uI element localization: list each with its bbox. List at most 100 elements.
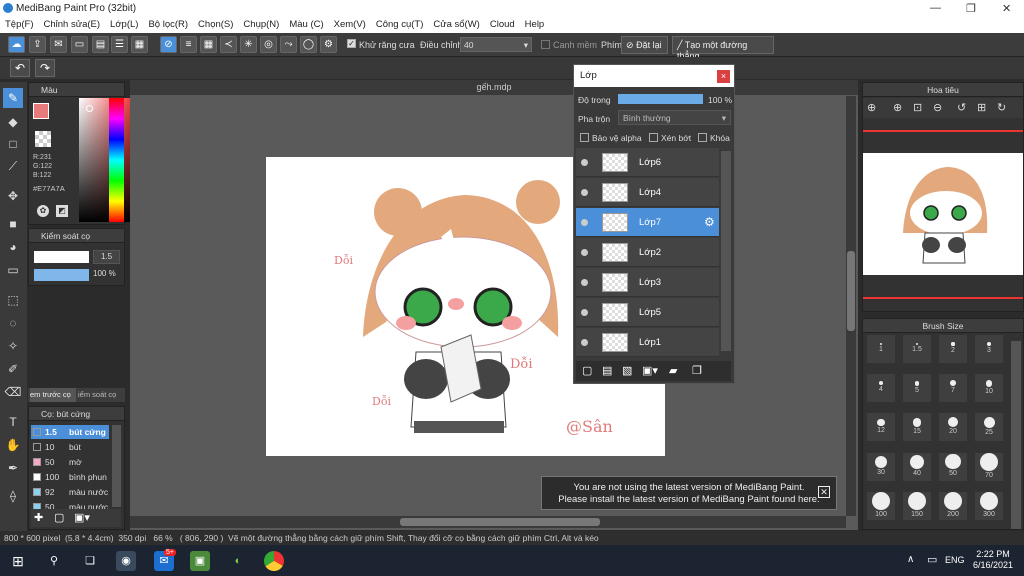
eyedropper-icon[interactable]: ⟠	[3, 486, 23, 506]
line-button[interactable]: ╱ Tạo một đường thẳng	[672, 36, 774, 61]
menu-color[interactable]: Màu (C)	[289, 17, 323, 33]
brush-size-cell[interactable]: 15	[903, 413, 931, 442]
horizontal-scrollbar[interactable]	[130, 516, 846, 528]
clock[interactable]: 2:22 PM 6/16/2021	[970, 549, 1016, 571]
reset-button[interactable]: ⊘ Đặt lại	[621, 36, 668, 54]
brush-size-cell[interactable]: 1.5	[903, 335, 931, 363]
brush-menu-icon[interactable]: ▣▾	[74, 511, 94, 525]
close-icon[interactable]: ✕	[1002, 2, 1011, 15]
picker-cursor[interactable]	[86, 105, 93, 112]
fill-rect-icon[interactable]: ■	[3, 214, 23, 234]
menu-tools[interactable]: Công cụ(T)	[376, 17, 424, 33]
menu-select[interactable]: Chọn(S)	[198, 17, 233, 33]
menu-help[interactable]: Help	[525, 17, 545, 33]
redo-icon[interactable]: ↷	[35, 59, 55, 77]
brush-size-cell[interactable]: 5	[903, 374, 931, 403]
brush-size-cell[interactable]: 50	[939, 452, 967, 481]
magic-wand-icon[interactable]: ✧	[3, 336, 23, 356]
comment-icon[interactable]: ✉	[50, 36, 67, 53]
layer-row[interactable]: Lớp5	[576, 298, 719, 327]
layer-row[interactable]: Lớp1	[576, 328, 719, 357]
palette-icon[interactable]: ✿	[37, 205, 49, 217]
medibang-taskbar-icon[interactable]: ◉	[116, 551, 136, 571]
protect-alpha-checkbox[interactable]	[580, 133, 589, 142]
brush-size-cell[interactable]: 30	[867, 452, 895, 481]
layer-panel-close-icon[interactable]: ×	[717, 70, 730, 83]
snap-curve-icon[interactable]: ⤳	[280, 36, 297, 53]
snap-grid-icon[interactable]: ▦	[200, 36, 217, 53]
folder-icon[interactable]: ▰	[669, 364, 677, 377]
document-tab[interactable]: gếh.mdp	[130, 80, 858, 95]
brush-list-item[interactable]: 92 màu nước	[31, 485, 109, 499]
layer-visibility-icon[interactable]	[581, 339, 588, 346]
brush-tool-icon[interactable]: ✎	[3, 88, 23, 108]
brush-size-cell[interactable]: 40	[903, 452, 931, 481]
brush-size-value[interactable]: 1.5	[93, 250, 120, 264]
brush-size-cell[interactable]: 200	[939, 491, 967, 520]
snap-parallel-icon[interactable]: ≡	[180, 36, 197, 53]
menu-snap[interactable]: Chụp(N)	[243, 17, 279, 33]
language-indicator[interactable]: ENG	[945, 555, 965, 565]
pen-tool-icon[interactable]: ✒	[3, 458, 23, 478]
snap-circle-icon[interactable]: ◎	[260, 36, 277, 53]
transparent-swatch[interactable]	[35, 131, 51, 147]
select-pen-icon[interactable]: ✐	[3, 359, 23, 379]
brush-size-cell[interactable]: 4	[867, 374, 895, 403]
clip-checkbox[interactable]	[649, 133, 658, 142]
brush-size-scrollbar[interactable]	[1011, 341, 1021, 529]
saturation-picker[interactable]	[79, 98, 134, 222]
grid-icon[interactable]: ▦	[131, 36, 148, 53]
brush-opacity-slider[interactable]	[34, 269, 89, 281]
zoom-in-icon[interactable]: ⊕	[867, 101, 876, 114]
tab-brush-control[interactable]: iểm soát cọ	[78, 388, 124, 402]
hand-tool-icon[interactable]: ✋	[3, 435, 23, 455]
chrome-taskbar-icon[interactable]	[264, 551, 284, 571]
game-taskbar-icon[interactable]: ▣	[190, 551, 210, 571]
layer-scrollbar[interactable]	[721, 151, 731, 351]
notification-close-icon[interactable]: ✕	[818, 486, 830, 498]
menu-edit[interactable]: Chỉnh sửa(E)	[44, 17, 101, 33]
share-icon[interactable]: ⇪	[29, 36, 46, 53]
layer-opacity-slider[interactable]	[618, 94, 703, 104]
snap-ellipse-icon[interactable]: ◯	[300, 36, 317, 53]
tab-brush-preview[interactable]: em trước cọ	[30, 388, 76, 402]
eraser-tool-icon[interactable]: ◆	[3, 112, 23, 132]
hue-slider[interactable]	[109, 98, 124, 222]
brush-size-cell[interactable]: 12	[867, 413, 895, 442]
layer-visibility-icon[interactable]	[581, 219, 588, 226]
adjust-dropdown[interactable]: 40 ▾	[460, 37, 532, 52]
navigator-preview[interactable]	[863, 153, 1023, 275]
lock-checkbox[interactable]	[698, 133, 707, 142]
vertical-scroll-thumb[interactable]	[847, 251, 855, 331]
brush-list-item[interactable]: 1.5 bút cứng	[31, 425, 109, 439]
brush-size-cell[interactable]: 7	[939, 374, 967, 403]
layer-visibility-icon[interactable]	[581, 189, 588, 196]
layer-settings-icon[interactable]: ⚙	[704, 215, 715, 229]
maximize-icon[interactable]: ❐	[966, 2, 976, 15]
brush-size-cell[interactable]: 100	[867, 491, 895, 520]
reset-view-icon[interactable]: ⊞	[977, 101, 986, 114]
vertical-scrollbar[interactable]	[846, 96, 856, 516]
menu-filter[interactable]: Bộ lọc(R)	[148, 17, 188, 33]
zoom-in-alt-icon[interactable]: ⊕	[893, 101, 902, 114]
layer-visibility-icon[interactable]	[581, 279, 588, 286]
color-settings-icon[interactable]: ◩	[56, 205, 68, 217]
chat-icon[interactable]: ▭	[71, 36, 88, 53]
minimize-icon[interactable]: —	[930, 2, 941, 14]
bucket-tool-icon[interactable]: ◕	[3, 237, 23, 257]
gradient-tool-icon[interactable]: ▭	[3, 260, 23, 280]
browser-taskbar-icon[interactable]: ◐	[228, 551, 248, 571]
blend-mode-dropdown[interactable]: Bình thường ▾	[618, 110, 731, 125]
brush-size-cell[interactable]: 2	[939, 335, 967, 363]
list-icon[interactable]: ☰	[111, 36, 128, 53]
layer-row[interactable]: Lớp4	[576, 178, 719, 207]
layer-row[interactable]: Lớp7 ⚙	[576, 208, 719, 237]
keyboard-icon[interactable]: ▭	[927, 553, 937, 566]
settings-icon[interactable]: ⚙	[320, 36, 337, 53]
new-layer-icon[interactable]: ▢	[582, 364, 592, 377]
text-tool-icon[interactable]: T	[3, 412, 23, 432]
zoom-out-icon[interactable]: ⊖	[933, 101, 942, 114]
snap-radial-icon[interactable]: ✳	[240, 36, 257, 53]
rect-tool-icon[interactable]: □	[3, 134, 23, 154]
brush-size-cell[interactable]: 3	[975, 335, 1003, 363]
